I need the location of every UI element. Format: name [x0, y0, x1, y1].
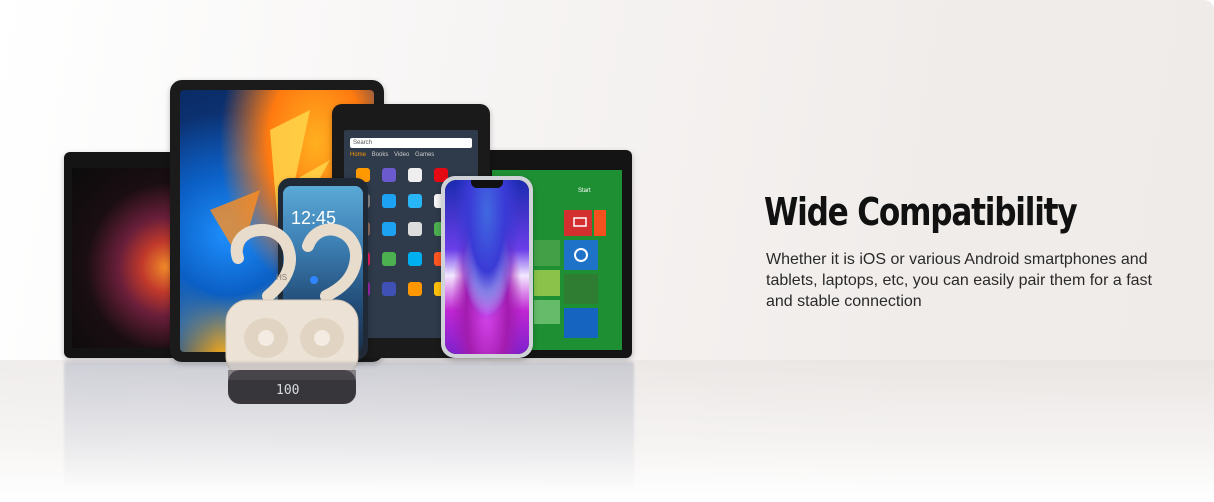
- section-description: Whether it is iOS or various Android sma…: [766, 251, 1152, 310]
- tablet-search-bar: Search: [350, 138, 472, 148]
- tablet-tab-games: Games: [414, 152, 435, 158]
- devices-reflection: [64, 362, 634, 492]
- tablet-tab-video: Video: [394, 152, 410, 158]
- svg-text:Start: Start: [578, 188, 591, 194]
- left-tablet-image: [64, 152, 182, 358]
- tablet-tab-home: Home: [350, 152, 367, 158]
- tablet-tab-books: Books: [371, 152, 389, 158]
- earbud-brand: HS: [276, 273, 287, 282]
- iphone-image: [441, 176, 533, 358]
- tablet-tab-bar: Home Books Video Games: [350, 152, 474, 160]
- section-title: Wide Compatibility: [764, 190, 1078, 234]
- tablet-search-label: Search: [353, 140, 373, 146]
- compatibility-banner: Start Search Home Books Video Games 12:4…: [0, 0, 1214, 502]
